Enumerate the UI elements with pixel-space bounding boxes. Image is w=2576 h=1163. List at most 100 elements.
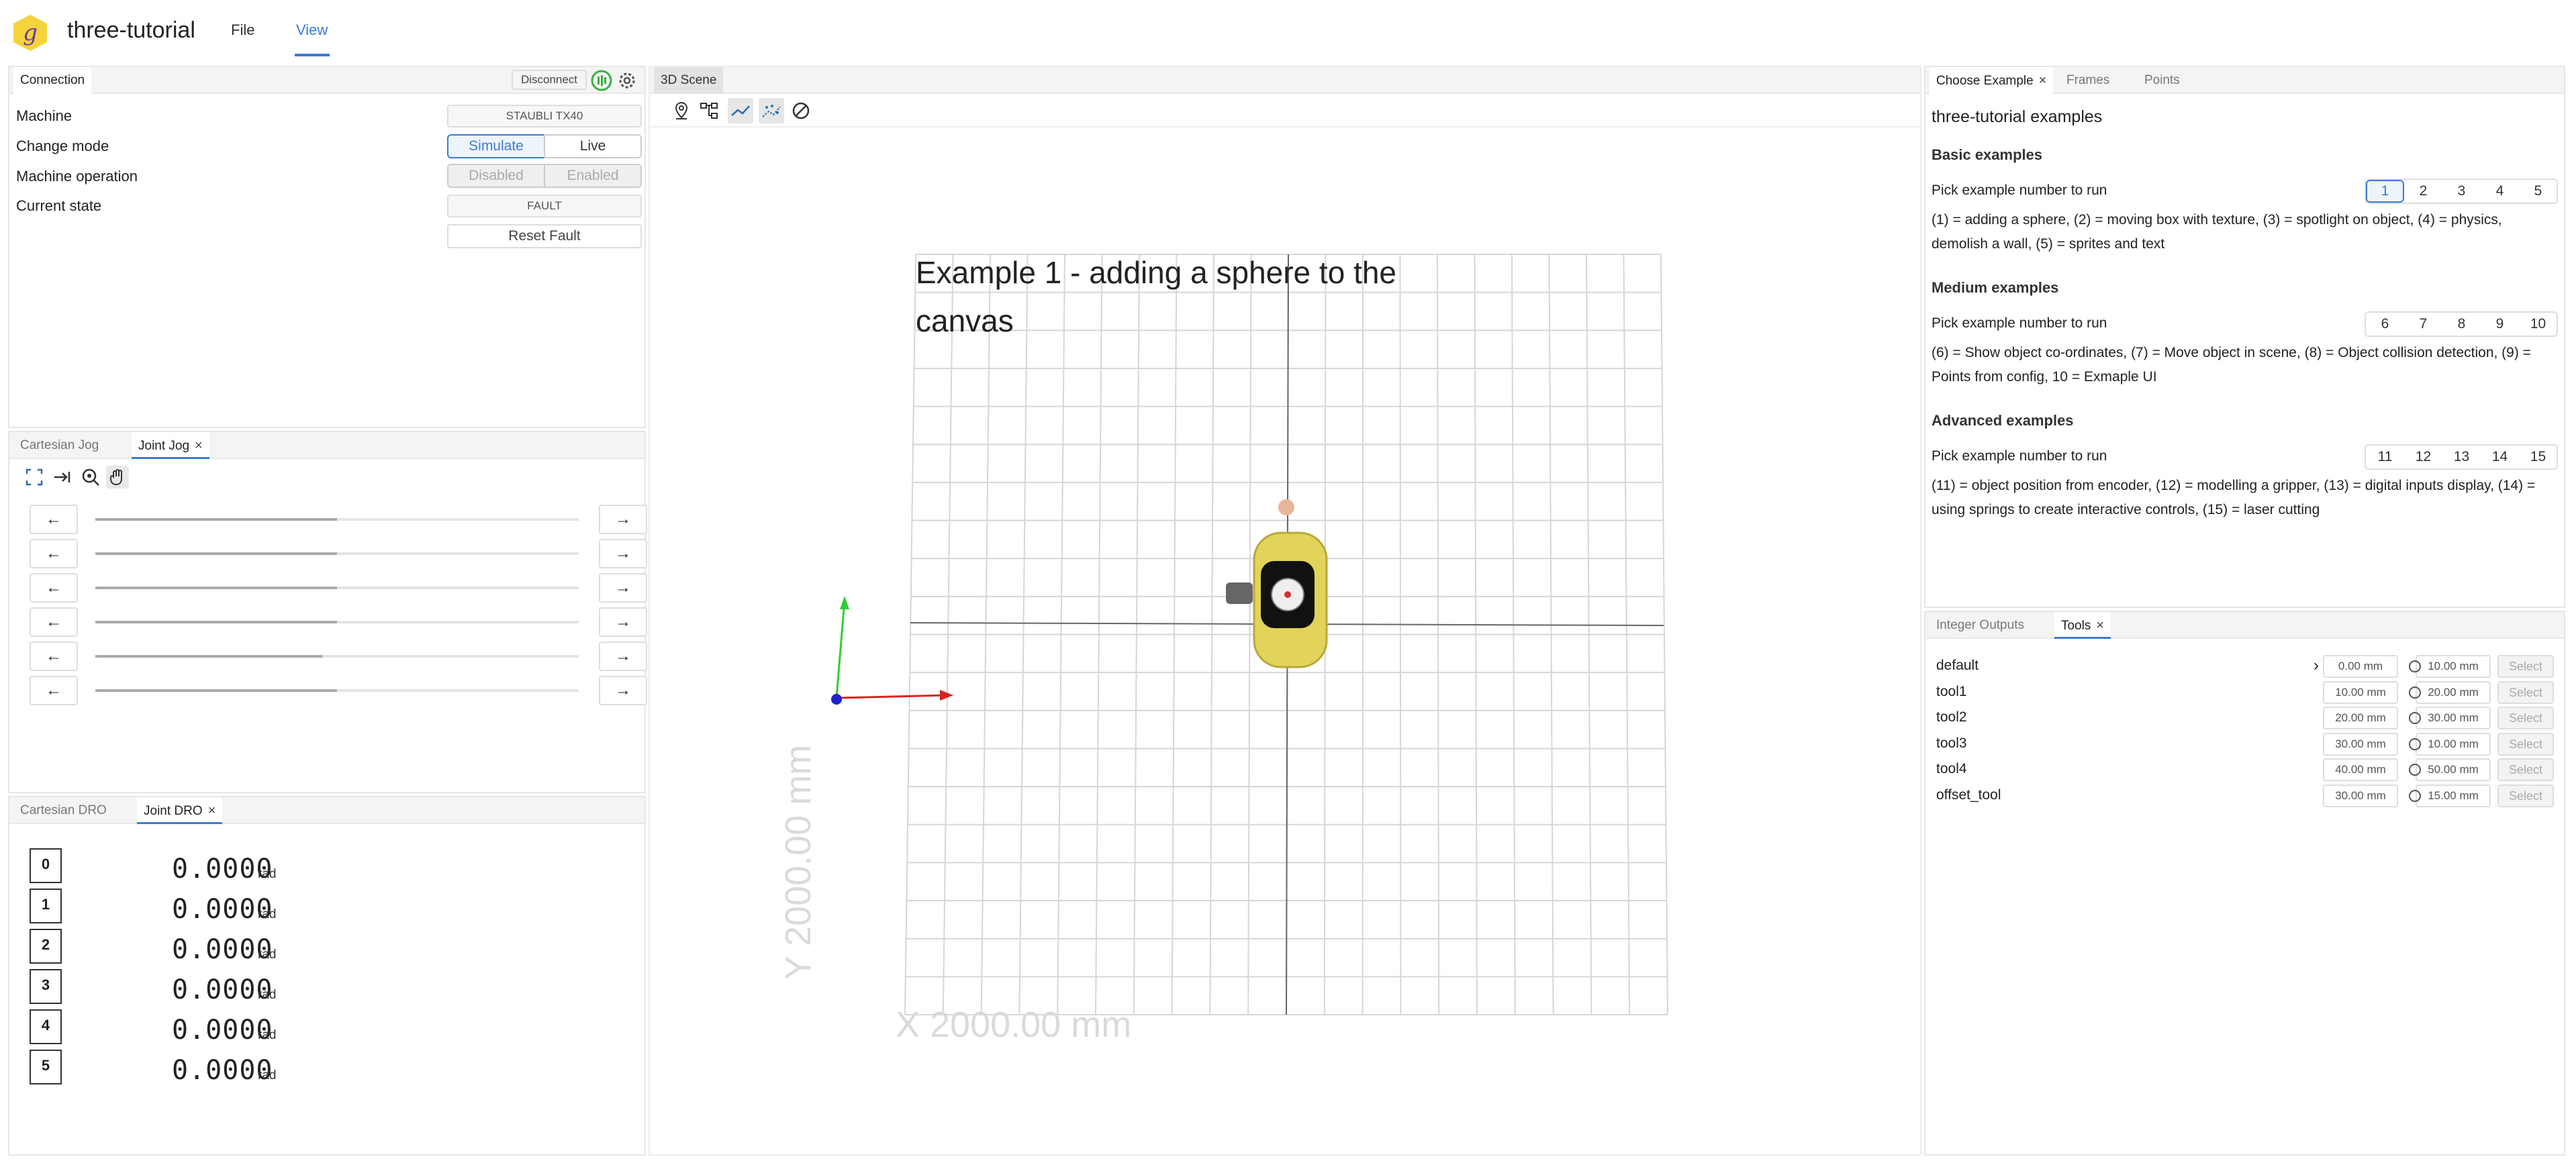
jog-slider-fill — [95, 689, 337, 692]
example-number-button[interactable]: 14 — [2481, 446, 2519, 468]
hand-icon[interactable] — [106, 466, 129, 489]
gizmo-x-axis — [837, 694, 946, 699]
tool-offset-input[interactable]: 30.00 mm — [2323, 784, 2398, 807]
tab-cartesian-dro[interactable]: Cartesian DRO — [13, 797, 113, 824]
jog-plus-arrow-right-icon[interactable]: → — [599, 505, 647, 534]
jog-slider[interactable] — [95, 518, 579, 521]
target-search-icon[interactable] — [79, 466, 102, 489]
scatter-trend-icon[interactable] — [759, 98, 784, 123]
jog-slider[interactable] — [95, 552, 579, 555]
example-number-button[interactable]: 7 — [2404, 313, 2442, 336]
jog-plus-arrow-right-icon[interactable]: → — [599, 676, 647, 705]
example-number-button[interactable]: 8 — [2442, 313, 2481, 336]
example-group-description: (6) = Show object co-ordinates, (7) = Mo… — [1931, 345, 2531, 385]
tool-radio-icon[interactable] — [2409, 660, 2421, 672]
tool-diameter-input[interactable]: 50.00 mm — [2416, 758, 2491, 781]
jog-slider[interactable] — [95, 689, 579, 692]
tool-diameter-input[interactable]: 20.00 mm — [2416, 680, 2491, 704]
example-number-button[interactable]: 1 — [2366, 180, 2404, 203]
tool-radio-icon[interactable] — [2409, 764, 2421, 776]
tool-select-button[interactable]: Select — [2497, 784, 2554, 807]
tool-offset-input[interactable]: 10.00 mm — [2323, 680, 2398, 704]
tool-offset-input[interactable]: 20.00 mm — [2323, 707, 2398, 729]
jog-minus-arrow-left-icon[interactable]: ← — [30, 573, 78, 603]
tab-points[interactable]: Points — [2138, 67, 2187, 94]
example-number-button[interactable]: 9 — [2481, 313, 2519, 336]
tab-connection[interactable]: Connection — [13, 67, 92, 94]
reset-fault-button[interactable]: Reset Fault — [447, 224, 642, 248]
mode-simulate-button[interactable]: Simulate — [447, 134, 545, 158]
tool-radio-icon[interactable] — [2409, 789, 2421, 802]
close-icon[interactable]: × — [195, 438, 203, 453]
tool-radio-icon[interactable] — [2409, 712, 2421, 724]
jog-plus-arrow-right-icon[interactable]: → — [599, 642, 647, 671]
line-chart-icon[interactable] — [728, 98, 753, 123]
clear-circle-icon[interactable] — [790, 99, 812, 122]
example-number-picker: 12345 — [2365, 179, 2558, 204]
top-bar: g three-tutorial File View — [0, 0, 2576, 63]
operation-enabled-button[interactable]: Enabled — [544, 164, 642, 188]
menu-file[interactable]: File — [231, 21, 254, 39]
example-number-button[interactable]: 5 — [2519, 180, 2557, 203]
tool-diameter-input[interactable]: 15.00 mm — [2416, 784, 2491, 807]
example-group-heading: Advanced examples — [1931, 412, 2074, 429]
tab-frames[interactable]: Frames — [2060, 67, 2116, 94]
tab-joint-dro[interactable]: Joint DRO × — [137, 797, 223, 824]
example-number-button[interactable]: 6 — [2366, 313, 2404, 336]
tab-joint-jog[interactable]: Joint Jog × — [132, 432, 209, 459]
jog-slider[interactable] — [95, 587, 579, 589]
close-icon[interactable]: × — [208, 803, 216, 818]
operation-disabled-button[interactable]: Disabled — [447, 164, 545, 188]
tab-3d-scene[interactable]: 3D Scene — [654, 67, 724, 94]
jog-plus-arrow-right-icon[interactable]: → — [599, 573, 647, 603]
close-icon[interactable]: × — [2096, 618, 2104, 633]
example-number-button[interactable]: 12 — [2404, 446, 2442, 468]
tool-select-button[interactable]: Select — [2497, 655, 2554, 678]
settings-gear-icon[interactable] — [618, 71, 636, 90]
example-number-button[interactable]: 13 — [2442, 446, 2481, 468]
tool-diameter-input[interactable]: 10.00 mm — [2416, 732, 2491, 756]
jog-minus-arrow-left-icon[interactable]: ← — [30, 607, 78, 637]
example-number-button[interactable]: 2 — [2404, 180, 2442, 203]
tab-integer-outputs[interactable]: Integer Outputs — [1929, 612, 2031, 639]
tool-diameter-input[interactable]: 10.00 mm — [2416, 655, 2491, 678]
tool-offset-input[interactable]: 0.00 mm — [2323, 655, 2398, 678]
expand-icon[interactable] — [23, 466, 46, 489]
tool-select-button[interactable]: Select — [2497, 732, 2554, 756]
tree-structure-icon[interactable] — [698, 99, 721, 122]
tool-offset-input[interactable]: 30.00 mm — [2323, 732, 2398, 756]
example-group-heading: Medium examples — [1931, 279, 2059, 296]
menu-view[interactable]: View — [296, 21, 328, 39]
tool-select-button[interactable]: Select — [2497, 680, 2554, 704]
tool-offset-input[interactable]: 40.00 mm — [2323, 758, 2398, 781]
jog-slider[interactable] — [95, 621, 579, 623]
tool-radio-icon[interactable] — [2409, 686, 2421, 699]
tab-cartesian-jog[interactable]: Cartesian Jog — [13, 432, 105, 459]
jog-minus-arrow-left-icon[interactable]: ← — [30, 642, 78, 671]
jog-plus-arrow-right-icon[interactable]: → — [599, 539, 647, 568]
mode-live-button[interactable]: Live — [544, 134, 642, 158]
tool-radio-icon[interactable] — [2409, 738, 2421, 750]
jog-minus-arrow-left-icon[interactable]: ← — [30, 505, 78, 534]
tab-choose-example[interactable]: Choose Example × — [1929, 67, 2054, 94]
tool-diameter-input[interactable]: 30.00 mm — [2416, 707, 2491, 729]
jog-slider-fill — [95, 587, 337, 589]
jog-minus-arrow-left-icon[interactable]: ← — [30, 539, 78, 568]
jog-tabstrip: Cartesian Jog Joint Jog × — [9, 432, 645, 459]
tab-tools[interactable]: Tools × — [2054, 612, 2111, 639]
example-number-button[interactable]: 11 — [2366, 446, 2404, 468]
close-icon[interactable]: × — [2039, 73, 2047, 88]
example-number-button[interactable]: 3 — [2442, 180, 2481, 203]
tool-select-button[interactable]: Select — [2497, 758, 2554, 781]
example-number-button[interactable]: 4 — [2481, 180, 2519, 203]
example-number-button[interactable]: 15 — [2519, 446, 2557, 468]
disconnect-button[interactable]: Disconnect — [512, 70, 587, 90]
example-number-button[interactable]: 10 — [2519, 313, 2557, 336]
step-to-end-icon[interactable] — [51, 466, 74, 489]
map-pin-icon[interactable] — [670, 99, 693, 122]
jog-slider[interactable] — [95, 655, 579, 658]
jog-plus-arrow-right-icon[interactable]: → — [599, 607, 647, 637]
dro-row: 2 0.0000 rad — [30, 929, 365, 965]
jog-minus-arrow-left-icon[interactable]: ← — [30, 676, 78, 705]
tool-select-button[interactable]: Select — [2497, 707, 2554, 729]
